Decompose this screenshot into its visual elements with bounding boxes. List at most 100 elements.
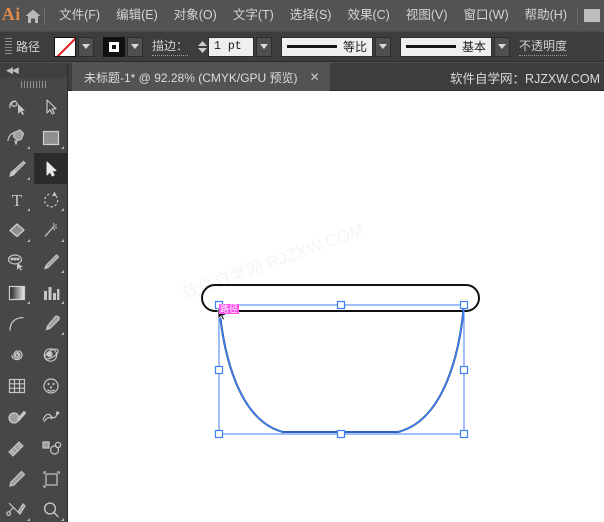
column-graph-tool-icon[interactable] bbox=[34, 277, 68, 308]
curvature-tool-icon[interactable] bbox=[34, 246, 68, 277]
selected-object-type-label: 路径 bbox=[16, 40, 41, 54]
selection-path-overlay bbox=[218, 304, 465, 433]
illustrator-window: Ai 文件(F) 编辑(E) 对象(O) 文字(T) 选择(S) 效果(C) 视… bbox=[0, 0, 604, 522]
stroke-swatch[interactable] bbox=[103, 36, 126, 57]
menubar-divider-right bbox=[577, 6, 578, 25]
curvature-tool-flyout-indicator bbox=[61, 270, 64, 273]
handle-top-right bbox=[459, 300, 469, 310]
lasso-tool-icon[interactable] bbox=[0, 246, 34, 277]
rectangle-tool-icon[interactable] bbox=[34, 122, 68, 153]
width-tool-icon[interactable] bbox=[0, 432, 34, 463]
tools-panel-collapse-button[interactable]: ◀◀ bbox=[0, 63, 67, 78]
handle-top-center bbox=[336, 300, 346, 310]
document-tab-title: 未标题-1* @ 92.28% (CMYK/GPU 预览) bbox=[84, 70, 298, 85]
stroke-weight-chevron-down-icon[interactable] bbox=[256, 36, 273, 57]
zoom-tool-flyout-indicator bbox=[61, 518, 64, 521]
eraser-tool-flyout-indicator bbox=[27, 239, 30, 242]
width-profile-field[interactable]: 等比 bbox=[281, 36, 374, 57]
blob-orbit-tool-icon[interactable] bbox=[34, 339, 68, 370]
collapse-arrows-icon: ◀◀ bbox=[6, 65, 19, 75]
selection-tool-icon[interactable] bbox=[34, 91, 68, 122]
menu-object[interactable]: 对象(O) bbox=[166, 5, 225, 26]
type-tool-icon[interactable]: T bbox=[0, 184, 34, 215]
tool-grid: T bbox=[0, 91, 68, 522]
control-bar-drag-handle[interactable] bbox=[5, 38, 12, 55]
eyedropper-tool-flyout-indicator bbox=[61, 332, 64, 335]
selection-handles bbox=[214, 300, 469, 439]
document-tab-bar: 未标题-1* @ 92.28% (CMYK/GPU 预览) ✕ 软件自学网：RJ… bbox=[0, 63, 604, 91]
brush-definition-label: 基本 bbox=[462, 40, 487, 54]
document-tab[interactable]: 未标题-1* @ 92.28% (CMYK/GPU 预览) ✕ bbox=[72, 63, 330, 91]
shape-builder-tool-icon[interactable] bbox=[0, 401, 34, 432]
handle-bottom-right bbox=[459, 429, 469, 439]
menu-effect[interactable]: 效果(C) bbox=[339, 5, 397, 26]
gradient-tool-flyout-indicator bbox=[27, 301, 30, 304]
tools-panel-drag-handle[interactable] bbox=[0, 78, 67, 91]
site-watermark: 软件自学网：RJZXW.COM bbox=[450, 71, 600, 86]
brush-definition-field[interactable]: 基本 bbox=[400, 36, 493, 57]
width-profile-preview-icon bbox=[287, 45, 338, 48]
home-icon[interactable] bbox=[23, 8, 43, 24]
control-bar: 路径 描边： 1 pt 等比 基本 不透明度 bbox=[0, 31, 604, 62]
scissors-tool-icon[interactable] bbox=[0, 494, 34, 522]
zoom-tool-icon[interactable] bbox=[34, 494, 68, 522]
app-logo: Ai bbox=[1, 4, 21, 24]
handle-bottom-center bbox=[336, 429, 346, 439]
spiral-tool-icon[interactable] bbox=[0, 339, 34, 370]
fill-swatch[interactable] bbox=[54, 36, 77, 57]
type-tool-flyout-indicator bbox=[27, 208, 30, 211]
workspace-switcher-icon[interactable] bbox=[584, 9, 600, 22]
handle-bottom-left bbox=[214, 429, 224, 439]
smart-guide-label: 路径 bbox=[219, 304, 240, 314]
paintbrush-tool-flyout-indicator bbox=[27, 177, 30, 180]
gradient-tool-icon[interactable] bbox=[0, 277, 34, 308]
menubar-divider bbox=[44, 6, 46, 25]
close-icon[interactable]: ✕ bbox=[308, 71, 322, 83]
menu-bar: Ai 文件(F) 编辑(E) 对象(O) 文字(T) 选择(S) 效果(C) 视… bbox=[0, 0, 604, 31]
tools-panel: ◀◀ T bbox=[0, 63, 68, 522]
magic-wand-tool-icon[interactable] bbox=[34, 215, 68, 246]
menu-edit[interactable]: 编辑(E) bbox=[108, 5, 166, 26]
menu-type[interactable]: 文字(T) bbox=[225, 5, 282, 26]
menu-file[interactable]: 文件(F) bbox=[51, 5, 108, 26]
menu-view[interactable]: 视图(V) bbox=[398, 5, 456, 26]
menu-window[interactable]: 窗口(W) bbox=[456, 5, 517, 26]
menu-help[interactable]: 帮助(H) bbox=[517, 5, 575, 26]
width-profile-chevron-down-icon[interactable] bbox=[375, 36, 392, 57]
eyedropper-tool-icon[interactable] bbox=[34, 308, 68, 339]
handle-middle-right bbox=[459, 365, 469, 375]
stroke-weight-stepper[interactable] bbox=[196, 37, 208, 57]
pencil-tool-icon[interactable] bbox=[0, 463, 34, 494]
stroke-dropdown-chevron-down-icon[interactable] bbox=[127, 36, 144, 57]
stroke-weight-input[interactable]: 1 pt bbox=[208, 36, 255, 57]
live-paint-bucket-tool-icon[interactable] bbox=[34, 370, 68, 401]
rectangular-grid-tool-icon[interactable] bbox=[0, 370, 34, 401]
width-profile-label: 等比 bbox=[343, 40, 368, 54]
pen-tool-flyout-indicator bbox=[27, 146, 30, 149]
warp-tool-icon[interactable] bbox=[34, 401, 68, 432]
handle-middle-left bbox=[214, 365, 224, 375]
scissors-tool-flyout-indicator bbox=[27, 518, 30, 521]
vector-artwork bbox=[201, 284, 480, 439]
artboard-tool-icon[interactable] bbox=[34, 463, 68, 494]
shaper-tool-icon[interactable] bbox=[0, 91, 34, 122]
opacity-label[interactable]: 不透明度 bbox=[519, 37, 568, 56]
brush-definition-chevron-down-icon[interactable] bbox=[494, 36, 511, 57]
direct-selection-tool-icon[interactable] bbox=[34, 153, 68, 184]
eraser-tool-icon[interactable] bbox=[0, 215, 34, 246]
svg-text:T: T bbox=[12, 191, 23, 210]
menubar-right-group bbox=[575, 6, 604, 25]
rotate-tool-flyout-indicator bbox=[61, 208, 64, 211]
paintbrush-tool-icon[interactable] bbox=[0, 153, 34, 184]
column-graph-tool-flyout-indicator bbox=[61, 301, 64, 304]
rotate-tool-icon[interactable] bbox=[34, 184, 68, 215]
stroke-weight-label[interactable]: 描边： bbox=[152, 37, 189, 56]
menu-select[interactable]: 选择(S) bbox=[282, 5, 340, 26]
free-transform-tool-icon[interactable] bbox=[34, 432, 68, 463]
artboard-canvas[interactable]: 软件自学网 RJZXW.COM bbox=[68, 91, 604, 522]
menu-item-list: 文件(F) 编辑(E) 对象(O) 文字(T) 选择(S) 效果(C) 视图(V… bbox=[51, 5, 575, 26]
pen-tool-icon[interactable] bbox=[0, 122, 34, 153]
arc-tool-icon[interactable] bbox=[0, 308, 34, 339]
fill-dropdown-chevron-down-icon[interactable] bbox=[78, 36, 95, 57]
brush-preview-icon bbox=[406, 45, 457, 48]
